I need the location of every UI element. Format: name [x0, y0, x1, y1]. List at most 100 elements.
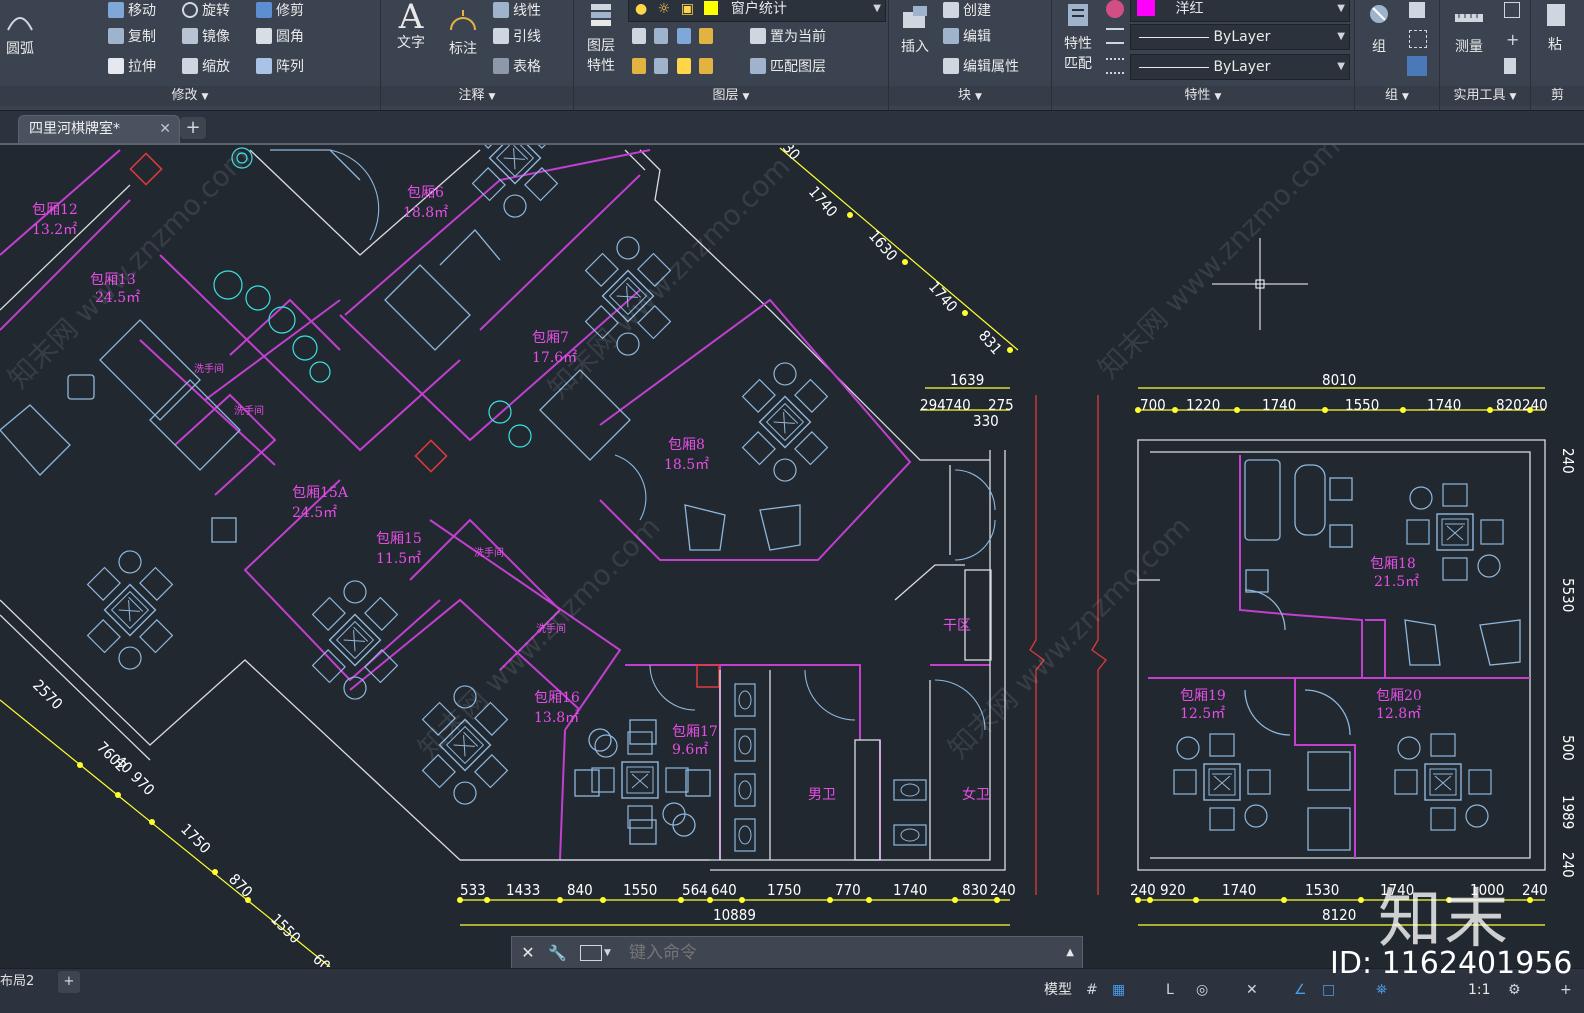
room-area: 13.8㎡ — [534, 710, 579, 726]
edit-attributes-button[interactable]: 编辑属性 — [943, 56, 1019, 78]
layer-properties-button[interactable]: 图层特性 — [580, 0, 622, 76]
rotate-label: 旋转 — [202, 3, 230, 19]
match-properties-label: 特性匹配 — [1064, 36, 1092, 72]
group-button[interactable]: 组 — [1359, 0, 1399, 56]
layout-tab[interactable]: 布局2 — [0, 971, 34, 993]
panel-title-block[interactable]: 块 ▼ — [889, 86, 1051, 106]
room-label: 包厢7 — [532, 330, 569, 346]
color-value: 洋红 — [1175, 1, 1204, 17]
layer-off-icon[interactable] — [632, 28, 646, 44]
drawing-canvas[interactable]: 包厢12 13.2㎡ 包厢13 24.5㎡ 包厢6 18.8㎡ 包厢7 17.6… — [0, 145, 1584, 967]
layer-thaw-icon[interactable] — [676, 58, 691, 74]
fillet-button[interactable]: 圆角 — [256, 26, 304, 48]
grid-icon[interactable]: # — [1086, 977, 1098, 1003]
table-button[interactable]: 表格 — [493, 56, 541, 78]
dim-value: 5530 — [1559, 578, 1577, 612]
layer-dropdown[interactable]: ● ☼ ▣ 窗户统计 ▼ — [628, 0, 886, 22]
match-properties-button[interactable]: 特性匹配 — [1056, 0, 1100, 74]
lineweight-toggle-icon[interactable]: ∠ — [1294, 977, 1307, 1003]
panel-title-groups[interactable]: 组 ▼ — [1355, 86, 1439, 106]
group-label: 组 — [1372, 39, 1386, 55]
dim-value: 920 — [1160, 881, 1186, 899]
womens-room-label: 女卫 — [962, 786, 990, 803]
new-tab-button[interactable]: + — [180, 117, 206, 139]
panel-title-annotate[interactable]: 注释 ▼ — [381, 86, 573, 106]
point-icon[interactable]: + — [1506, 30, 1519, 49]
panel-title-layers[interactable]: 图层 ▼ — [574, 86, 888, 106]
chevron-down-icon: ▼ — [1337, 31, 1345, 42]
measure-button[interactable]: 测量 — [1444, 4, 1494, 56]
dim-value: 820 — [1496, 396, 1522, 414]
mirror-button[interactable]: 镜像 — [182, 26, 230, 48]
snap-icon[interactable]: ▦ — [1112, 977, 1125, 1003]
panel-title-properties[interactable]: 特性 ▼ — [1052, 86, 1354, 106]
history-up-icon[interactable]: ▲ — [1066, 937, 1074, 969]
group-select-icon[interactable] — [1407, 56, 1427, 76]
linear-button[interactable]: 线性 — [493, 0, 541, 22]
layer-unisolate-icon[interactable] — [654, 58, 669, 74]
chevron-down-icon[interactable]: ▼ — [604, 937, 611, 969]
edit-block-button[interactable]: 编辑 — [943, 26, 991, 48]
wrench-icon[interactable]: 🔧 — [548, 937, 567, 969]
id-point-icon[interactable] — [1504, 2, 1520, 18]
linetype-icon[interactable] — [1106, 28, 1124, 44]
trim-button[interactable]: 修剪 — [256, 0, 304, 22]
layout-tab-label: 布局2 — [0, 974, 35, 989]
text-button[interactable]: A 文字 — [389, 0, 433, 52]
file-tab-active[interactable]: 四里河棋牌室* ✕ — [18, 115, 180, 143]
array-button[interactable]: 阵列 — [256, 56, 304, 78]
prompt-icon[interactable] — [580, 945, 602, 961]
stretch-button[interactable]: 拉伸 — [108, 56, 156, 78]
leader-button[interactable]: 引线 — [493, 26, 541, 48]
add-layout-button[interactable]: + — [58, 971, 80, 993]
ungroup-icon[interactable] — [1409, 2, 1425, 18]
osnap-icon[interactable]: ✕ — [1246, 977, 1258, 1003]
match-layer-button[interactable]: 匹配图层 — [750, 56, 826, 78]
group-icon — [1363, 0, 1395, 32]
move-button[interactable]: 移动 — [108, 0, 156, 22]
dimension-icon — [447, 6, 479, 34]
layer-on-icon[interactable] — [632, 58, 646, 74]
layer-freeze-icon[interactable] — [676, 28, 691, 44]
match-layer-icon — [750, 58, 766, 74]
panel-title-utilities[interactable]: 实用工具 ▼ — [1440, 86, 1530, 106]
insert-button[interactable]: 插入 — [893, 4, 937, 56]
panel-title-clipboard[interactable]: 剪 — [1531, 86, 1584, 106]
command-input[interactable] — [627, 941, 1051, 965]
layer-isolate-icon[interactable] — [654, 28, 669, 44]
dim-value: 240 — [1559, 448, 1577, 474]
dim-value: 640 — [711, 881, 737, 899]
trim-label: 修剪 — [276, 3, 304, 19]
room-label: 包厢12 — [32, 202, 78, 218]
polar-icon[interactable]: ◎ — [1196, 977, 1208, 1003]
create-block-button[interactable]: 创建 — [943, 0, 991, 22]
panel-title-modify[interactable]: 修改 ▼ — [0, 86, 380, 106]
arc-button[interactable]: 圆弧 — [0, 6, 40, 58]
linear-icon — [493, 2, 509, 18]
ortho-icon[interactable]: L — [1166, 977, 1174, 1003]
chevron-down-icon: ▼ — [742, 92, 750, 102]
close-icon[interactable]: ✕ — [159, 116, 171, 142]
linetype-dropdown[interactable]: ByLayer ▼ — [1130, 24, 1350, 50]
chevron-down-icon: ▼ — [873, 3, 881, 14]
copy-button[interactable]: 复制 — [108, 26, 156, 48]
color-wheel-icon[interactable] — [1106, 0, 1124, 18]
watermark-text: 知末网 www.znzmo.com — [412, 510, 667, 765]
close-icon[interactable]: ✕ — [518, 937, 538, 969]
layer-unlock-icon[interactable] — [699, 58, 714, 74]
dim-value: 1550 — [1345, 396, 1379, 414]
dim-value: 240 — [1522, 396, 1548, 414]
color-dropdown[interactable]: 洋红 ▼ — [1130, 0, 1350, 22]
lineweight-dropdown[interactable]: ByLayer ▼ — [1130, 54, 1350, 80]
layer-lock-icon[interactable] — [699, 28, 714, 44]
dimension-button[interactable]: 标注 — [441, 6, 485, 58]
scale-button[interactable]: 缩放 — [182, 56, 230, 78]
paste-button[interactable]: 粘 — [1535, 0, 1575, 54]
group-edit-icon[interactable] — [1409, 30, 1427, 48]
rotate-button[interactable]: 旋转 — [182, 0, 230, 22]
calculator-icon[interactable] — [1504, 58, 1516, 74]
set-current-button[interactable]: 置为当前 — [750, 26, 826, 48]
model-space-button[interactable]: 模型 — [1044, 977, 1072, 1003]
lineweight-icon[interactable] — [1106, 58, 1124, 74]
dimension-lines — [0, 147, 1545, 967]
